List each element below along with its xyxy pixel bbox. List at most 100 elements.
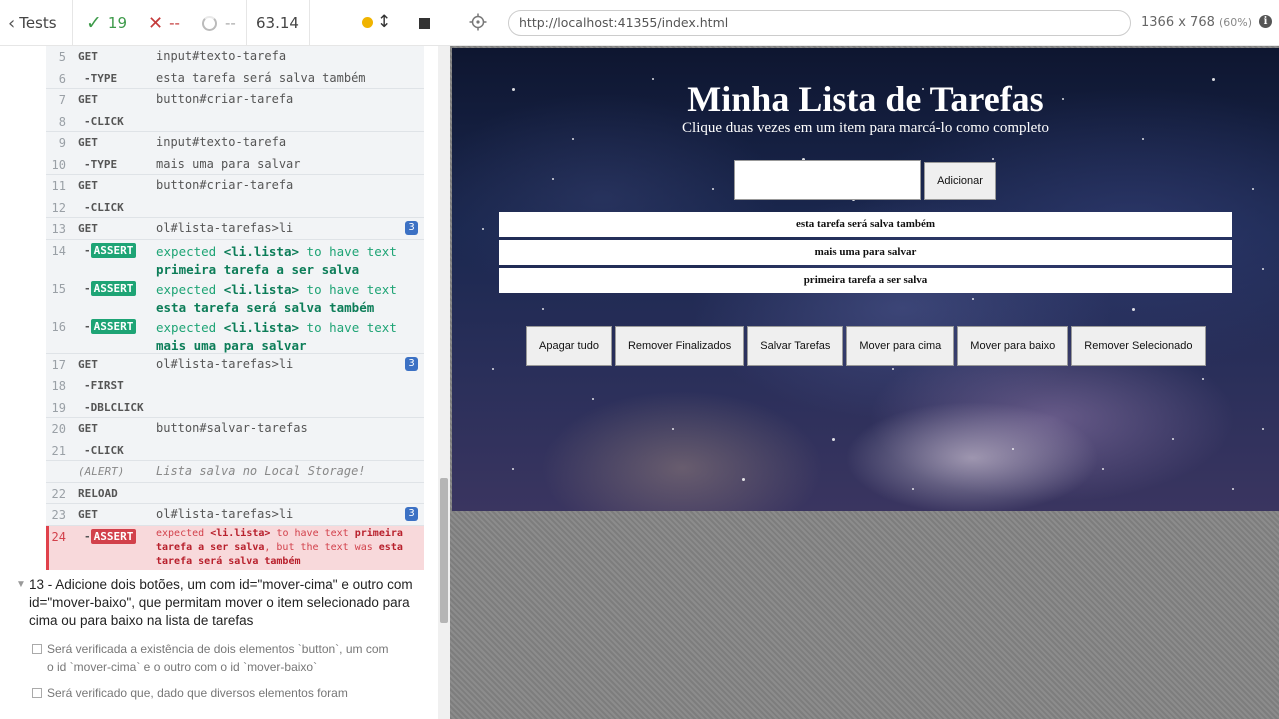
command-row[interactable]: 9 GET input#texto-tarefa	[46, 132, 424, 154]
divider	[246, 0, 247, 46]
command-row[interactable]: 18 -FIRST	[46, 375, 424, 397]
add-task-button[interactable]: Adicionar	[924, 162, 996, 200]
command-name: -TYPE	[84, 71, 118, 85]
assert-text: primeira tarefa a ser salva	[156, 261, 360, 277]
task-input[interactable]	[734, 160, 921, 200]
command-number: 7	[58, 93, 66, 107]
test-13[interactable]: ▼ 13 - Adicione dois botões, um com id="…	[0, 576, 438, 702]
command-row[interactable]: 10 -TYPE mais uma para salvar	[46, 153, 424, 175]
move-down-button[interactable]: Mover para baixo	[957, 326, 1069, 366]
command-row[interactable]: 13 GET ol#lista-tarefas>li 3	[46, 218, 424, 240]
assert-message: expected <li.lista> to have text mais um…	[156, 319, 418, 355]
star	[832, 438, 835, 441]
command-name: GET	[78, 136, 98, 149]
pending-value: --	[225, 14, 236, 32]
command-number: 10	[51, 157, 66, 172]
command-number: 18	[51, 379, 66, 393]
assert-element: <li.lista>	[223, 243, 300, 259]
assert-row[interactable]: 14 - ASSERT expected <li.lista> to have tex…	[46, 239, 424, 278]
command-log: 5 GET input#texto-tarefa 6 -TYPE esta tarefa …	[0, 46, 438, 719]
remove-selected-button[interactable]: Remover Selecionado	[1071, 326, 1206, 366]
star	[712, 188, 714, 190]
assert-verb: to have text	[306, 243, 397, 259]
failed-assert-row[interactable]: 24 - ASSERT expected <li.lista> to have tex…	[46, 525, 424, 570]
star	[972, 298, 974, 300]
assert-verb: to have text	[276, 527, 349, 539]
reporter-scrollbar[interactable]	[438, 46, 450, 719]
command-name: GET	[78, 93, 98, 106]
chevron-left-icon: ‹	[8, 12, 16, 34]
app-title: Minha Lista de Tarefas	[687, 79, 1044, 119]
scrollbar-thumb[interactable]	[440, 478, 448, 623]
test-13-title-text: 13 - Adicione dois botões, um com id="mo…	[29, 577, 413, 628]
command-name: GET	[78, 222, 98, 235]
command-name: -CLICK	[84, 443, 124, 457]
remove-finished-button[interactable]: Remover Finalizados	[614, 326, 745, 366]
task-item[interactable]: mais uma para salvar	[499, 240, 1232, 265]
tests-button[interactable]: ‹ Tests	[8, 0, 57, 46]
star	[1132, 308, 1135, 311]
star	[1262, 268, 1264, 270]
command-number: 11	[51, 179, 66, 193]
command-name: (ALERT)	[78, 465, 125, 478]
command-row[interactable]: 23 GET ol#lista-tarefas>li 3	[46, 504, 424, 526]
command-row[interactable]: 7 GET button#criar-tarefa	[46, 89, 424, 111]
star	[1202, 378, 1204, 380]
task-list: esta tarefa será salva também mais uma p…	[499, 212, 1232, 296]
command-message: ol#lista-tarefas>li	[156, 507, 294, 521]
command-number: 16	[51, 319, 66, 334]
subtest-2[interactable]: Será verificado que, dado que diversos e…	[0, 684, 390, 702]
assert-message: expected <li.lista> to have text esta ta…	[156, 281, 418, 317]
subtest-1[interactable]: Será verificada a existência de dois ele…	[0, 640, 390, 676]
auto-scroll-icon[interactable]: ↕	[377, 12, 391, 32]
command-name: -CLICK	[84, 114, 124, 128]
assert-tag: ASSERT	[90, 528, 137, 544]
command-row[interactable]: 21 -CLICK	[46, 439, 424, 461]
clear-all-button[interactable]: Apagar tudo	[526, 326, 612, 366]
assert-row[interactable]: 16 - ASSERT expected <li.lista> to have tex…	[46, 315, 424, 355]
command-row[interactable]: 8 -CLICK	[46, 110, 424, 132]
star	[742, 478, 745, 481]
url-input[interactable]: http://localhost:41355/index.html	[508, 10, 1131, 36]
info-icon[interactable]: i	[1259, 15, 1272, 28]
command-row[interactable]: 20 GET button#salvar-tarefas	[46, 418, 424, 440]
command-row[interactable]: 12 -CLICK	[46, 196, 424, 218]
command-row[interactable]: 19 -DBLCLICK	[46, 396, 424, 418]
failed-count: ✕ --	[148, 0, 180, 46]
selector-playground-icon[interactable]	[469, 13, 487, 31]
command-row[interactable]: 17 GET ol#lista-tarefas>li 3	[46, 353, 424, 375]
command-number: 6	[58, 71, 66, 86]
assert-element: <li.lista>	[210, 527, 271, 539]
caret-down-icon: ▼	[16, 579, 26, 590]
viewport-scale: (60%)	[1219, 16, 1253, 29]
checkbox-icon	[32, 688, 42, 698]
task-item[interactable]: esta tarefa será salva também	[499, 212, 1232, 237]
star	[1172, 438, 1174, 440]
command-row[interactable]: 6 -TYPE esta tarefa será salva também	[46, 67, 424, 89]
command-row[interactable]: 11 GET button#criar-tarefa	[46, 175, 424, 197]
app-subtitle: Clique duas vezes em um item para marcá-…	[682, 120, 1049, 136]
command-row[interactable]: 22 RELOAD	[46, 482, 424, 504]
command-message: input#texto-tarefa	[156, 49, 287, 63]
save-tasks-button[interactable]: Salvar Tarefas	[747, 326, 844, 366]
element-count-badge: 3	[405, 221, 418, 235]
command-name: RELOAD	[78, 486, 118, 500]
move-up-button[interactable]: Mover para cima	[846, 326, 955, 366]
divider	[72, 0, 73, 46]
command-row[interactable]: (ALERT) Lista salva no Local Storage!	[46, 461, 424, 483]
command-message: ol#lista-tarefas>li	[156, 356, 294, 371]
assert-row[interactable]: 15 - ASSERT expected <li.lista> to have tex…	[46, 277, 424, 317]
assert-element: <li.lista>	[223, 281, 300, 297]
passed-count: ✓ 19	[86, 0, 127, 46]
star	[992, 158, 994, 160]
command-number: 8	[58, 114, 66, 129]
assert-verb: to have text	[306, 319, 397, 335]
viewport-dimensions: 1366 x 768	[1141, 15, 1215, 30]
star	[572, 138, 574, 140]
command-row[interactable]: 5 GET input#texto-tarefa	[46, 46, 424, 68]
command-message: button#salvar-tarefas	[156, 421, 308, 435]
task-item[interactable]: primeira tarefa a ser salva	[499, 268, 1232, 293]
test-13-title[interactable]: ▼ 13 - Adicione dois botões, um com id="…	[0, 576, 425, 630]
star	[1252, 188, 1254, 190]
stop-icon[interactable]	[419, 18, 430, 29]
